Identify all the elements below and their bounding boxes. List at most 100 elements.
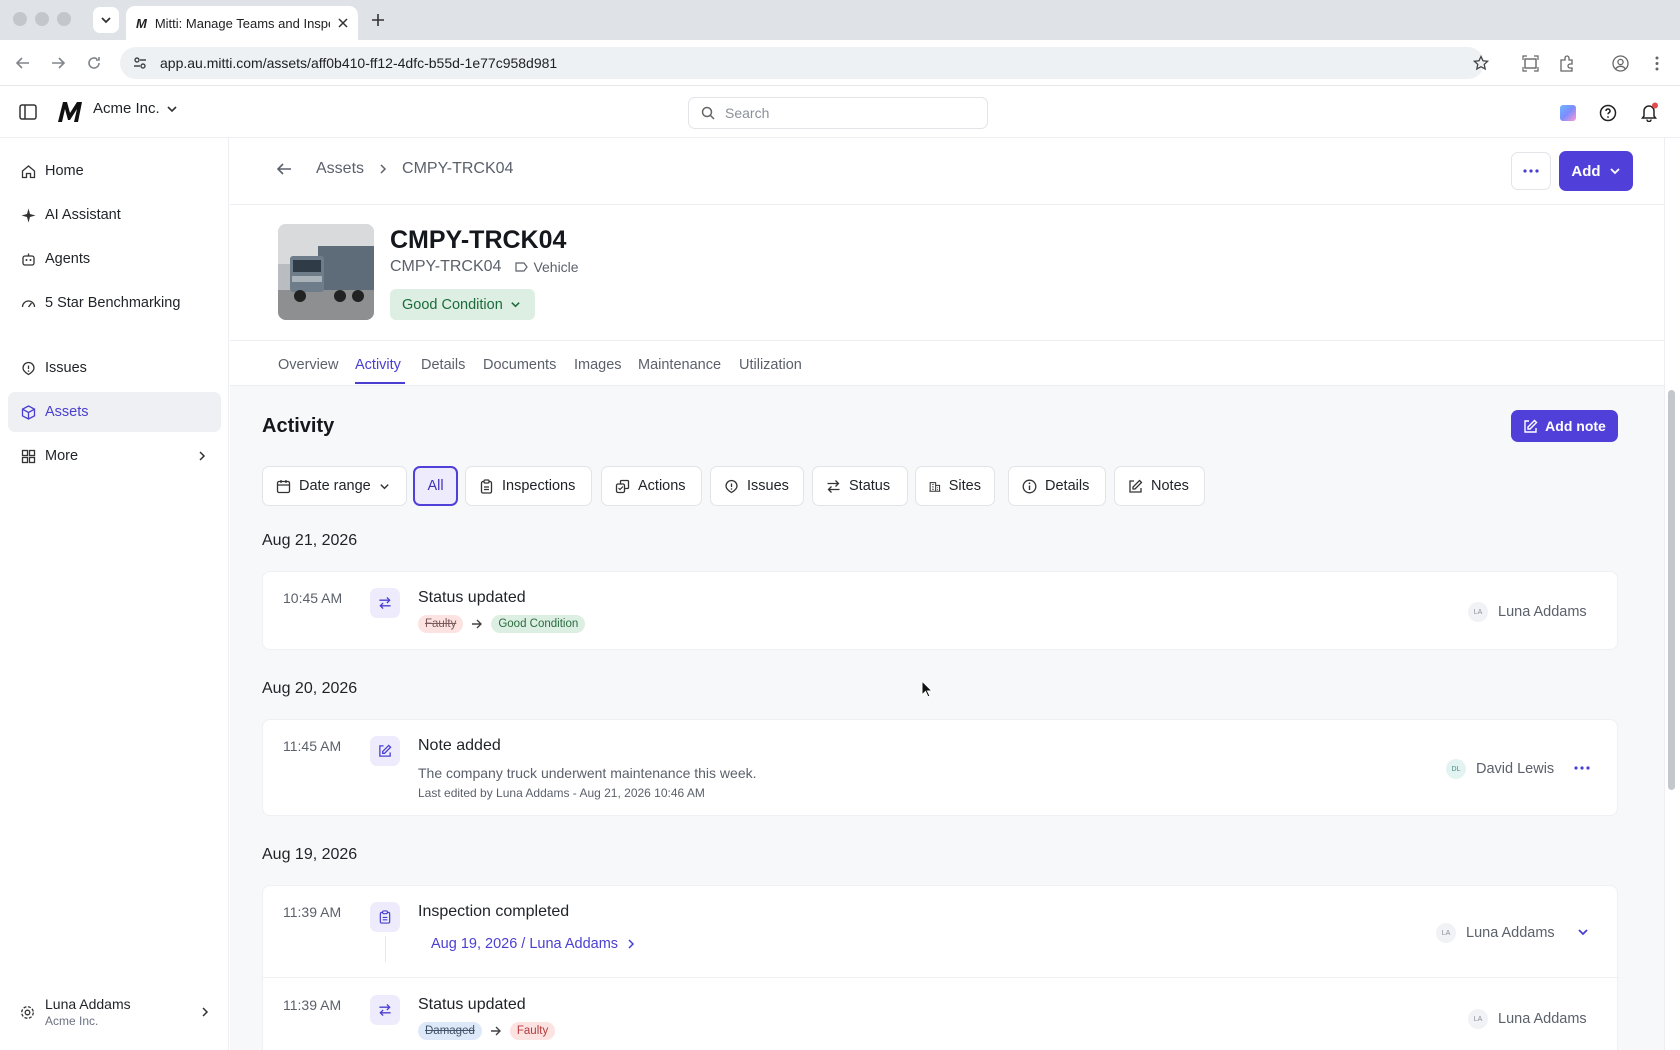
page-scrollbar-thumb[interactable] (1668, 390, 1675, 790)
previous-status-badge: Damaged (418, 1022, 482, 1040)
sidebar-item-label: AI Assistant (45, 207, 121, 223)
mitti-logo[interactable] (56, 101, 84, 123)
filter-label: Issues (747, 478, 789, 494)
org-switcher[interactable]: Acme Inc. (93, 100, 178, 117)
close-icon[interactable] (338, 18, 348, 28)
site-settings-icon[interactable] (132, 55, 148, 71)
back-arrow-icon[interactable] (276, 162, 292, 176)
ellipsis-icon (1523, 169, 1539, 173)
issue-icon (725, 479, 738, 493)
activity-card[interactable]: 10:45 AM Status updated Faulty Good Cond… (262, 571, 1618, 650)
cube-icon (21, 404, 36, 420)
filter-label: Status (849, 478, 891, 494)
tab-search-button[interactable] (93, 7, 119, 33)
add-note-button[interactable]: Add note (1511, 410, 1618, 442)
filter-notes[interactable]: Notes (1114, 466, 1205, 506)
browser-menu-icon[interactable] (1654, 55, 1660, 72)
reload-icon[interactable] (86, 55, 102, 71)
edit-icon (1129, 479, 1143, 493)
filter-inspections[interactable]: Inspections (465, 466, 592, 506)
sidebar-item-more[interactable]: More (8, 436, 221, 476)
more-actions-button[interactable] (1511, 152, 1551, 190)
sidebar-item-agents[interactable]: Agents (8, 239, 221, 279)
arrow-right-icon (490, 1026, 501, 1036)
filter-issues[interactable]: Issues (710, 466, 804, 506)
filter-all[interactable]: All (413, 466, 458, 506)
truck-photo-image (278, 224, 374, 320)
inspection-link[interactable]: Aug 19, 2026 / Luna Addams (431, 936, 636, 952)
filter-label: Details (1045, 478, 1090, 494)
window-maximize-button[interactable] (57, 12, 71, 26)
chevron-right-icon (380, 164, 387, 174)
filter-sites[interactable]: Sites (915, 466, 995, 506)
browser-tab[interactable]: M Mitti: Manage Teams and Inspections (126, 6, 358, 40)
tab-utilization[interactable]: Utilization (739, 357, 802, 373)
tab-documents[interactable]: Documents (483, 357, 556, 373)
user-menu[interactable]: Luna Addams Acme Inc. (20, 996, 210, 1028)
activity-card[interactable]: 11:39 AM Inspection completed Aug 19, 20… (262, 885, 1619, 1050)
divider (263, 977, 1619, 978)
forward-icon[interactable] (50, 55, 66, 71)
breadcrumb: Assets CMPY-TRCK04 (276, 160, 513, 178)
event-time: 11:39 AM (283, 997, 342, 1013)
sidebar-item-home[interactable]: Home (8, 151, 221, 191)
chevron-down-icon (101, 17, 111, 24)
tab-activity[interactable]: Activity (355, 357, 401, 373)
user-org: Acme Inc. (45, 1014, 99, 1028)
screen-capture-icon[interactable] (1522, 55, 1539, 72)
event-title: Status updated (418, 589, 526, 606)
window-close-button[interactable] (13, 12, 27, 26)
activity-card[interactable]: 11:45 AM Note added The company truck un… (262, 719, 1618, 816)
url-text: app.au.mitti.com/assets/aff0b410-ff12-4d… (160, 55, 558, 71)
add-note-label: Add note (1545, 418, 1606, 434)
ellipsis-icon[interactable] (1574, 766, 1590, 770)
sidebar-item-label: Issues (45, 360, 87, 376)
chevron-down-icon[interactable] (1577, 926, 1589, 938)
calendar-icon (276, 479, 291, 493)
sidebar-item-assets[interactable]: Assets (8, 392, 221, 432)
tab-details[interactable]: Details (421, 357, 465, 373)
tab-maintenance[interactable]: Maintenance (638, 357, 721, 373)
help-icon[interactable] (1599, 104, 1617, 122)
tab-images[interactable]: Images (574, 357, 622, 373)
ai-gradient-icon[interactable] (1559, 104, 1577, 122)
filter-date-range[interactable]: Date range (262, 466, 407, 506)
filter-status[interactable]: Status (812, 466, 908, 506)
chevron-right-icon (628, 939, 635, 949)
event-title: Note added (418, 737, 501, 754)
status-event-icon (370, 995, 400, 1025)
event-time: 11:45 AM (283, 738, 342, 754)
swap-icon (827, 479, 840, 493)
profile-icon[interactable] (1612, 55, 1629, 72)
extensions-icon[interactable] (1558, 55, 1575, 72)
window-minimize-button[interactable] (35, 12, 49, 26)
asset-type: Vehicle (515, 259, 579, 275)
avatar: DL (1446, 759, 1466, 779)
back-icon[interactable] (15, 55, 31, 71)
notifications-bell-icon[interactable] (1639, 102, 1659, 122)
asset-type-label: Vehicle (533, 259, 579, 275)
date-heading: Aug 21, 2026 (262, 532, 358, 549)
sidebar-item-label: Agents (45, 251, 91, 267)
filter-label: Actions (638, 478, 686, 494)
breadcrumb-assets-link[interactable]: Assets (316, 160, 364, 178)
asset-photo[interactable] (278, 224, 374, 320)
sidebar-item-label: 5 Star Benchmarking (45, 295, 181, 311)
tag-icon (515, 262, 529, 272)
sidebar-toggle-icon[interactable] (19, 104, 37, 120)
sidebar-item-ai-assistant[interactable]: AI Assistant (8, 195, 221, 235)
new-tab-button[interactable] (368, 10, 388, 30)
sidebar-item-5-star-benchmarking[interactable]: 5 Star Benchmarking (8, 283, 221, 323)
condition-status-dropdown[interactable]: Good Condition (390, 289, 535, 320)
filter-actions[interactable]: Actions (601, 466, 702, 506)
add-button[interactable]: Add (1559, 151, 1633, 191)
search-input[interactable]: Search (688, 97, 988, 129)
status-event-icon (370, 588, 400, 618)
filter-label: Notes (1151, 478, 1189, 494)
tab-overview[interactable]: Overview (278, 357, 338, 373)
filter-details[interactable]: Details (1008, 466, 1106, 506)
sidebar-item-issues[interactable]: Issues (8, 348, 221, 388)
bookmark-star-icon[interactable] (1473, 55, 1489, 71)
event-user: LA Luna Addams (1468, 1009, 1587, 1029)
address-bar[interactable]: app.au.mitti.com/assets/aff0b410-ff12-4d… (120, 47, 1484, 79)
